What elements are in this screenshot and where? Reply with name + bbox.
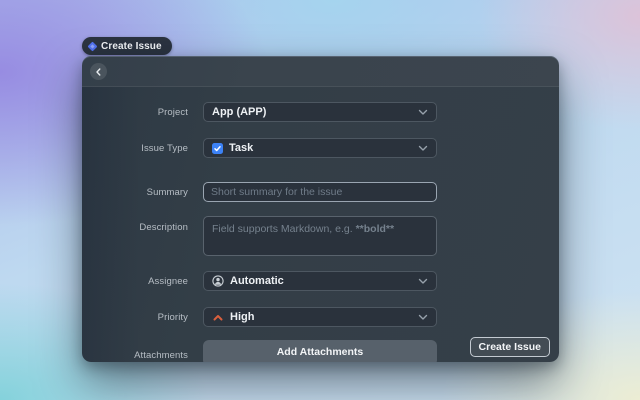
- assignee-value: Automatic: [230, 275, 284, 287]
- description-label: Description: [139, 222, 188, 233]
- project-value: App (APP): [212, 106, 267, 118]
- priority-select[interactable]: High: [203, 307, 437, 327]
- launcher-label: Create Issue: [101, 40, 162, 52]
- desktop-background: Create Issue Project App (APP) Issue Typ…: [0, 0, 640, 400]
- chevron-down-icon: [418, 109, 428, 116]
- create-issue-button[interactable]: Create Issue: [469, 337, 550, 357]
- description-row: Description Field supports Markdown, e.g…: [82, 216, 559, 256]
- description-placeholder-bold: **bold**: [355, 223, 395, 235]
- priority-label: Priority: [157, 311, 188, 323]
- summary-label: Summary: [146, 186, 188, 198]
- priority-value: High: [230, 311, 255, 323]
- issue-type-value: Task: [229, 142, 254, 154]
- attachments-label: Attachments: [134, 350, 188, 361]
- description-placeholder: Field supports Markdown, e.g.: [212, 223, 356, 235]
- add-attachments-button[interactable]: Add Attachments: [203, 339, 437, 362]
- assignee-row: Assignee Automatic: [82, 271, 559, 291]
- assignee-select[interactable]: Automatic: [203, 271, 437, 291]
- dialog-header: [82, 56, 559, 87]
- chevron-down-icon: [418, 314, 428, 321]
- issue-type-row: Issue Type Task: [82, 138, 559, 158]
- user-circle-icon: [212, 275, 224, 287]
- project-row: Project App (APP): [82, 102, 559, 122]
- priority-row: Priority High: [82, 307, 559, 327]
- project-select[interactable]: App (APP): [203, 102, 437, 122]
- issue-type-label: Issue Type: [141, 142, 188, 154]
- chevron-down-icon: [418, 278, 428, 285]
- summary-row: Summary: [82, 182, 559, 202]
- task-check-square-icon: [212, 142, 223, 154]
- summary-input[interactable]: [203, 182, 437, 202]
- issue-type-select[interactable]: Task: [203, 138, 437, 158]
- description-textarea[interactable]: Field supports Markdown, e.g. **bold**: [203, 216, 437, 256]
- app-diamond-icon: [87, 41, 98, 51]
- priority-high-icon: [212, 313, 224, 322]
- back-button[interactable]: [90, 63, 107, 80]
- project-label: Project: [157, 106, 188, 118]
- create-issue-launcher[interactable]: Create Issue: [82, 37, 172, 55]
- chevron-down-icon: [418, 145, 428, 152]
- chevron-left-icon: [94, 67, 103, 77]
- assignee-label: Assignee: [148, 275, 188, 287]
- create-issue-dialog: Project App (APP) Issue Type Task Summar…: [82, 56, 559, 362]
